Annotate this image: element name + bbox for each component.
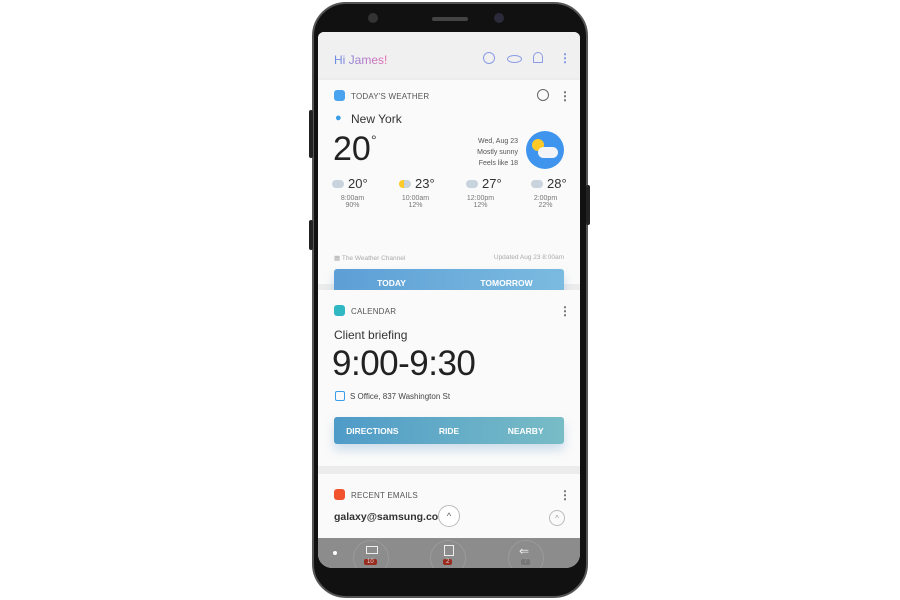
rain-cloud-icon xyxy=(332,179,344,188)
refresh-icon[interactable] xyxy=(537,89,549,101)
hour-temp: 28° xyxy=(547,176,567,191)
hour-time: 8:00am xyxy=(340,195,365,202)
weather-app-icon xyxy=(334,90,345,101)
collapse-icon[interactable]: ^ xyxy=(438,505,460,527)
source-text: The Weather Channel xyxy=(341,255,406,262)
hour-time: 2:00pm xyxy=(533,195,558,202)
emails-card: RECENT EMAILS ⋮ galaxy@samsung.com ^ ^ xyxy=(318,474,580,540)
cloud-icon xyxy=(466,179,478,188)
header: Hi James! ⋮ xyxy=(318,32,580,78)
badge: 10 xyxy=(364,559,377,565)
calendar-card: CALENDAR ⋮ Client briefing 9:00-9:30 S O… xyxy=(318,290,580,466)
ride-button[interactable]: RIDE xyxy=(411,426,488,436)
more-icon[interactable]: ⋮ xyxy=(559,52,571,64)
mail-icon xyxy=(366,546,378,554)
tab-tomorrow[interactable]: TOMORROW xyxy=(449,278,564,288)
date: Wed, Aug 23 xyxy=(478,138,518,145)
page-dot xyxy=(333,551,337,555)
hourly-forecast: 20° 8:00am 90% 23° 10:00am 12% 27° 12:00… xyxy=(318,176,580,209)
more-icon[interactable]: ⋮ xyxy=(559,489,571,501)
bixby-button xyxy=(309,220,313,250)
email-shortcut[interactable]: 10 xyxy=(353,540,389,568)
hour-temp: 20° xyxy=(348,176,368,191)
event-title: Client briefing xyxy=(334,328,408,342)
vision-icon[interactable] xyxy=(507,55,522,63)
badge: 7 xyxy=(521,559,531,565)
card-title: RECENT EMAILS xyxy=(351,491,418,500)
share-shortcut[interactable]: ⇐ 7 xyxy=(508,540,544,568)
location-pin-icon: ● xyxy=(335,112,342,124)
hour-precip: 90% xyxy=(345,202,360,209)
volume-button xyxy=(309,110,313,158)
hour-precip: 12% xyxy=(473,202,488,209)
hour-temp: 27° xyxy=(482,176,502,191)
weather-source[interactable]: ▦ The Weather Channel xyxy=(334,254,405,262)
hour-item: 23° 10:00am 12% xyxy=(383,176,448,209)
front-camera xyxy=(494,13,504,23)
share-icon: ⇐ xyxy=(519,544,530,558)
directions-button[interactable]: DIRECTIONS xyxy=(334,426,411,436)
current-temp: 20 xyxy=(333,130,371,168)
feels-like: Feels like 18 xyxy=(478,160,518,167)
condition: Mostly sunny xyxy=(477,149,518,156)
cloud-icon xyxy=(531,179,543,188)
partly-sunny-icon xyxy=(399,179,411,188)
map-icon xyxy=(335,391,345,401)
card-title: CALENDAR xyxy=(351,307,397,316)
hour-temp: 23° xyxy=(415,176,435,191)
hour-item: 28° 2:00pm 22% xyxy=(513,176,578,209)
sensor xyxy=(368,13,378,23)
updated-time: Updated Aug 23 8:00am xyxy=(493,254,564,261)
calendar-icon xyxy=(444,545,454,556)
hour-precip: 22% xyxy=(538,202,553,209)
hour-time: 12:00pm xyxy=(466,195,495,202)
edge-dock: 10 2 ⇐ 7 xyxy=(318,538,580,568)
calendar-shortcut[interactable]: 2 xyxy=(430,540,466,568)
nearby-button[interactable]: NEARBY xyxy=(487,426,564,436)
speaker-grille xyxy=(432,17,468,21)
event-location: S Office, 837 Washington St xyxy=(350,392,451,401)
greeting: Hi James! xyxy=(334,53,388,67)
hour-precip: 12% xyxy=(408,202,423,209)
hour-time: 10:00am xyxy=(401,195,430,202)
event-time: 9:00-9:30 xyxy=(332,344,476,383)
bell-icon[interactable] xyxy=(533,52,543,63)
degree: ° xyxy=(371,132,377,148)
hour-item: 20° 8:00am 90% xyxy=(318,176,383,209)
weather-card: TODAY'S WEATHER ⋮ ● New York 20 ° Wed, A… xyxy=(318,80,580,296)
city: New York xyxy=(351,112,402,126)
partly-sunny-icon xyxy=(526,131,564,169)
hour-item: 27° 12:00pm 12% xyxy=(448,176,513,209)
scroll-up-icon[interactable]: ^ xyxy=(549,510,565,526)
bixby-icon[interactable] xyxy=(483,52,495,64)
badge: 2 xyxy=(443,559,453,565)
screen: Hi James! ⋮ TODAY'S WEATHER ⋮ ● New York… xyxy=(318,32,580,568)
more-icon[interactable]: ⋮ xyxy=(559,90,571,102)
calendar-app-icon xyxy=(334,305,345,316)
tab-today[interactable]: TODAY xyxy=(334,278,449,288)
calendar-actions: DIRECTIONS RIDE NEARBY xyxy=(334,417,564,444)
card-title: TODAY'S WEATHER xyxy=(351,92,430,101)
email-app-icon xyxy=(334,489,345,500)
weather-summary: Wed, Aug 23 Mostly sunny Feels like 18 xyxy=(477,136,518,169)
more-icon[interactable]: ⋮ xyxy=(559,305,571,317)
power-button xyxy=(586,185,590,225)
email-address: galaxy@samsung.com xyxy=(334,511,448,523)
